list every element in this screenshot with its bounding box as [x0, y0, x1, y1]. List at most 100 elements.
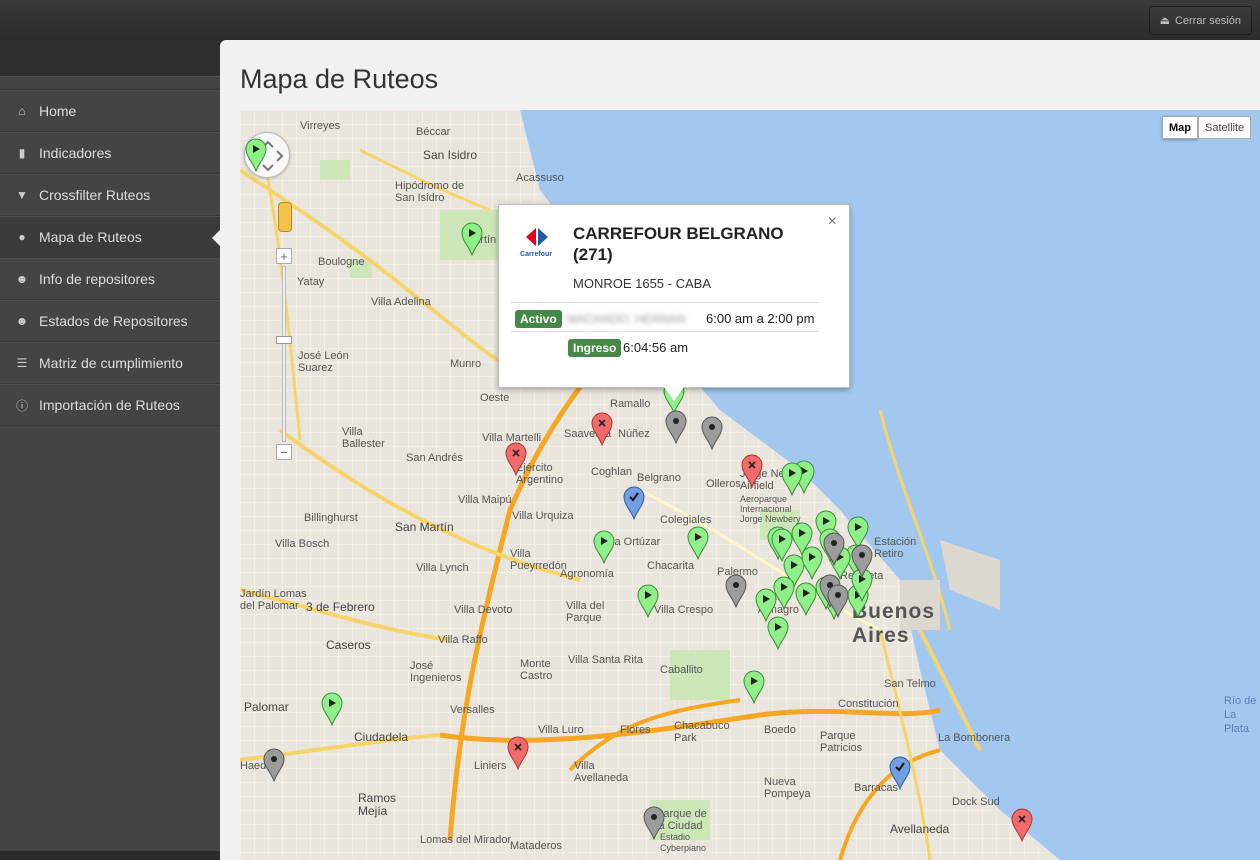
sidebar-item-mapa[interactable]: ● Mapa de Ruteos	[0, 216, 220, 258]
map-label: Acassuso	[516, 172, 564, 184]
list-icon: ☰	[16, 356, 28, 370]
green-map-marker[interactable]	[767, 616, 789, 650]
red-map-marker[interactable]	[507, 736, 529, 770]
info-window-pointer	[664, 387, 684, 401]
gray-map-marker[interactable]	[851, 544, 873, 578]
map[interactable]: Map Satellite Béccar Virreyes San Isidro…	[240, 110, 1260, 860]
divider	[511, 331, 819, 332]
repositor-name: MACHADO, HERNAN	[567, 312, 686, 326]
green-map-marker[interactable]	[637, 584, 659, 618]
map-label: Belgrano	[637, 472, 682, 484]
page-title: Mapa de Ruteos	[240, 64, 439, 94]
map-label: Caseros	[326, 638, 371, 652]
sidebar-item-matriz[interactable]: ☰ Matriz de cumplimiento	[0, 342, 220, 384]
green-map-marker[interactable]	[245, 138, 267, 172]
map-label: Villa Maipú	[458, 494, 512, 506]
home-icon: ⌂	[18, 104, 26, 118]
zoom-slider-handle[interactable]	[276, 336, 292, 344]
sidebar-item-home[interactable]: ⌂ Home	[0, 90, 220, 132]
sidebar-item-label: Estados de Repositores	[39, 313, 188, 329]
map-label: Parque Patricios	[820, 730, 863, 754]
map-label: Villa Avellaneda	[574, 760, 629, 784]
main-content: Mapa de Ruteos Map Satellite Béccar Virr…	[220, 40, 1260, 860]
red-map-marker[interactable]	[1011, 808, 1033, 842]
map-label: Villa Raffo	[438, 634, 488, 646]
gray-map-marker[interactable]	[827, 584, 849, 618]
blue-map-marker[interactable]	[889, 756, 911, 790]
sidebar-item-crossfilter[interactable]: ▼ Crossfilter Ruteos	[0, 174, 220, 216]
store-title: CARREFOUR BELGRANO (271)	[573, 224, 784, 264]
green-map-marker[interactable]	[781, 462, 803, 496]
sidebar-item-info-repositores[interactable]: ☻ Info de repositores	[0, 258, 220, 300]
gray-map-marker[interactable]	[643, 806, 665, 840]
map-label: Yatay	[297, 276, 325, 288]
map-label: Núñez	[618, 428, 650, 440]
zoom-slider-track[interactable]	[282, 266, 286, 442]
gray-map-marker[interactable]	[823, 532, 845, 566]
green-map-marker[interactable]	[771, 528, 793, 562]
green-map-marker[interactable]	[795, 582, 817, 616]
map-label: Caballito	[660, 664, 703, 676]
sidebar-item-label: Crossfilter Ruteos	[39, 187, 151, 203]
green-map-marker[interactable]	[687, 526, 709, 560]
green-map-marker[interactable]	[773, 576, 795, 610]
red-map-marker[interactable]	[505, 442, 527, 476]
store-info-window: × Carrefour CARREFOUR BELGRANO (271) MON…	[498, 204, 850, 388]
map-label: Jardín Lomas del Palomar	[240, 588, 307, 612]
map-type-satellite-button[interactable]: Satellite	[1198, 116, 1252, 139]
zoom-in-button[interactable]: +	[276, 248, 292, 264]
map-type-map-button[interactable]: Map	[1162, 116, 1198, 139]
map-label: José Ingenieros	[410, 660, 462, 684]
zoom-out-button[interactable]: −	[276, 444, 292, 460]
close-icon[interactable]: ×	[828, 213, 837, 231]
logout-button[interactable]: ⏏ Cerrar sesión	[1148, 6, 1252, 35]
map-label: Béccar	[416, 126, 451, 138]
map-label: Villa Adelina	[371, 296, 431, 308]
ingreso-time: 6:04:56 am	[623, 340, 689, 355]
map-label: Munro	[450, 358, 482, 370]
map-label: Villa Devoto	[454, 604, 513, 616]
map-label: Agronomía	[560, 568, 614, 580]
map-label: Parque de la Ciudad	[656, 808, 707, 832]
map-label: San Andrés	[406, 452, 463, 464]
sidebar-item-label: Matriz de cumplimiento	[39, 355, 183, 371]
gray-map-marker[interactable]	[263, 748, 285, 782]
map-label: Flores	[620, 724, 651, 736]
map-label: Palomar	[244, 700, 289, 714]
map-label: San Martín	[395, 520, 454, 534]
map-label: La Bombonera	[938, 732, 1011, 744]
green-map-marker[interactable]	[743, 670, 765, 704]
green-map-marker[interactable]	[461, 222, 483, 256]
green-map-marker[interactable]	[321, 692, 343, 726]
map-label: Liniers	[474, 760, 507, 772]
map-label: Ciudadela	[354, 730, 409, 744]
map-label: Ramos Mejía	[358, 791, 397, 818]
map-label: Ramallo	[610, 398, 651, 410]
red-map-marker[interactable]	[591, 412, 613, 446]
gray-map-marker[interactable]	[701, 416, 723, 450]
green-map-marker[interactable]	[593, 530, 615, 564]
map-label: Villa Lynch	[416, 562, 469, 574]
gray-map-marker[interactable]	[665, 410, 687, 444]
sidebar-item-label: Home	[39, 103, 77, 119]
sidebar-item-estados-repositores[interactable]: ☻ Estados de Repositores	[0, 300, 220, 342]
sidebar-item-indicadores[interactable]: ▮ Indicadores	[0, 132, 220, 174]
map-label: Villa Bosch	[275, 538, 330, 550]
map-label: Versalles	[450, 704, 495, 716]
carrefour-logo-icon: Carrefour	[520, 228, 552, 258]
red-map-marker[interactable]	[741, 454, 763, 488]
map-label: Virreyes	[300, 120, 341, 132]
blue-map-marker[interactable]	[623, 486, 645, 520]
map-label: Olleros	[706, 478, 741, 490]
sidebar-item-importacion[interactable]: ⓘ Importación de Ruteos	[0, 384, 220, 426]
map-label: Villa Luro	[538, 724, 584, 736]
map-label: Hipódromo de San Isidro	[395, 180, 465, 204]
store-address: MONROE 1655 - CABA	[573, 276, 711, 291]
gray-map-marker[interactable]	[725, 574, 747, 608]
sidebar-header	[0, 40, 220, 77]
status-badge: Activo	[515, 310, 562, 328]
map-label: San Isidro	[423, 148, 478, 162]
street-view-pegman-icon[interactable]	[278, 202, 292, 232]
map-label: Villa del Parque	[566, 600, 605, 624]
filter-icon: ▼	[16, 188, 28, 202]
